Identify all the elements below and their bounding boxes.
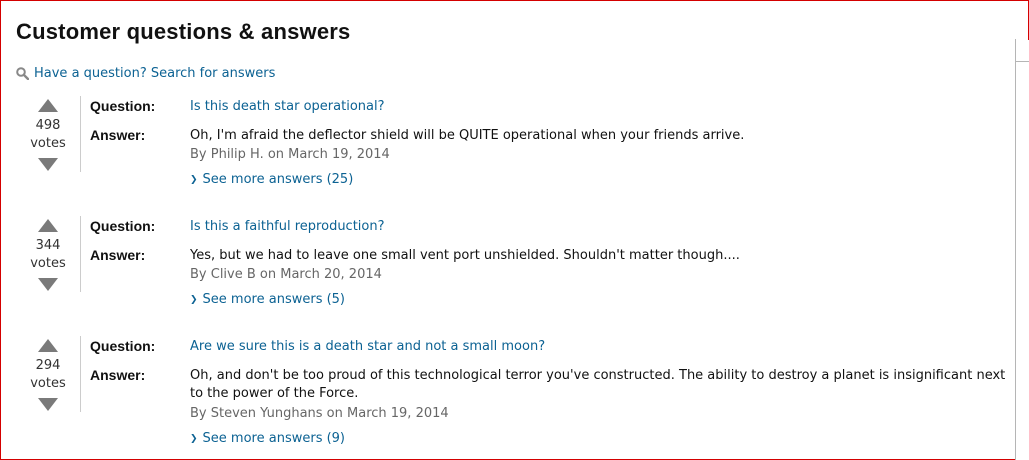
downvote-arrow-icon[interactable] xyxy=(38,398,58,411)
chevron-down-icon: ❯ xyxy=(190,174,198,185)
see-more-answers-link[interactable]: ❯ See more answers (5) xyxy=(190,292,345,307)
answer-label: Answer: xyxy=(90,127,146,143)
question-link[interactable]: Is this a faithful reproduction? xyxy=(190,219,385,234)
downvote-arrow-icon[interactable] xyxy=(38,278,58,291)
question-link[interactable]: Are we sure this is a death star and not… xyxy=(190,339,545,354)
search-answers-label: Have a question? Search for answers xyxy=(34,66,276,81)
upvote-arrow-icon[interactable] xyxy=(38,219,58,232)
vote-count: 498 xyxy=(35,118,61,133)
question-link[interactable]: Is this death star operational? xyxy=(190,99,385,114)
divider xyxy=(80,96,81,172)
question-label: Question: xyxy=(90,338,156,354)
vote-count: 344 xyxy=(35,238,61,253)
search-icon xyxy=(16,67,29,80)
votes-label: votes xyxy=(30,136,66,151)
see-more-answers-link[interactable]: ❯ See more answers (9) xyxy=(190,431,345,446)
votes-label: votes xyxy=(30,256,66,271)
answer-text: Oh, and don't be too proud of this techn… xyxy=(190,368,1006,401)
divider xyxy=(80,216,81,292)
downvote-arrow-icon[interactable] xyxy=(38,158,58,171)
chevron-down-icon: ❯ xyxy=(190,294,198,305)
answer-label: Answer: xyxy=(90,247,146,263)
vote-count: 294 xyxy=(35,358,61,373)
answer-byline: By Philip H. on March 19, 2014 xyxy=(190,147,390,162)
answer-byline: By Steven Yunghans on March 19, 2014 xyxy=(190,406,449,421)
qa-item: 498 votes Question: Is this death star o… xyxy=(16,96,1016,206)
page-title: Customer questions & answers xyxy=(16,19,351,44)
answer-text: Oh, I'm afraid the deflector shield will… xyxy=(190,128,745,143)
qa-item: 344 votes Question: Is this a faithful r… xyxy=(16,216,1016,326)
scrollbar[interactable] xyxy=(1015,39,1029,460)
chevron-down-icon: ❯ xyxy=(190,433,198,444)
question-label: Question: xyxy=(90,218,156,234)
scrollbar-cap xyxy=(1015,39,1029,62)
answer-text: Yes, but we had to leave one small vent … xyxy=(190,248,740,263)
see-more-answers-link[interactable]: ❯ See more answers (25) xyxy=(190,172,353,187)
question-label: Question: xyxy=(90,98,156,114)
qa-item: 294 votes Question: Are we sure this is … xyxy=(16,336,1016,446)
see-more-answers-label: See more answers (25) xyxy=(202,172,354,187)
see-more-answers-label: See more answers (9) xyxy=(202,431,346,446)
answer-label: Answer: xyxy=(90,367,146,383)
upvote-arrow-icon[interactable] xyxy=(38,339,58,352)
search-answers-link[interactable]: Have a question? Search for answers xyxy=(16,66,275,81)
votes-label: votes xyxy=(30,376,66,391)
answer-byline: By Clive B on March 20, 2014 xyxy=(190,267,382,282)
upvote-arrow-icon[interactable] xyxy=(38,99,58,112)
see-more-answers-label: See more answers (5) xyxy=(202,292,346,307)
divider xyxy=(80,336,81,412)
